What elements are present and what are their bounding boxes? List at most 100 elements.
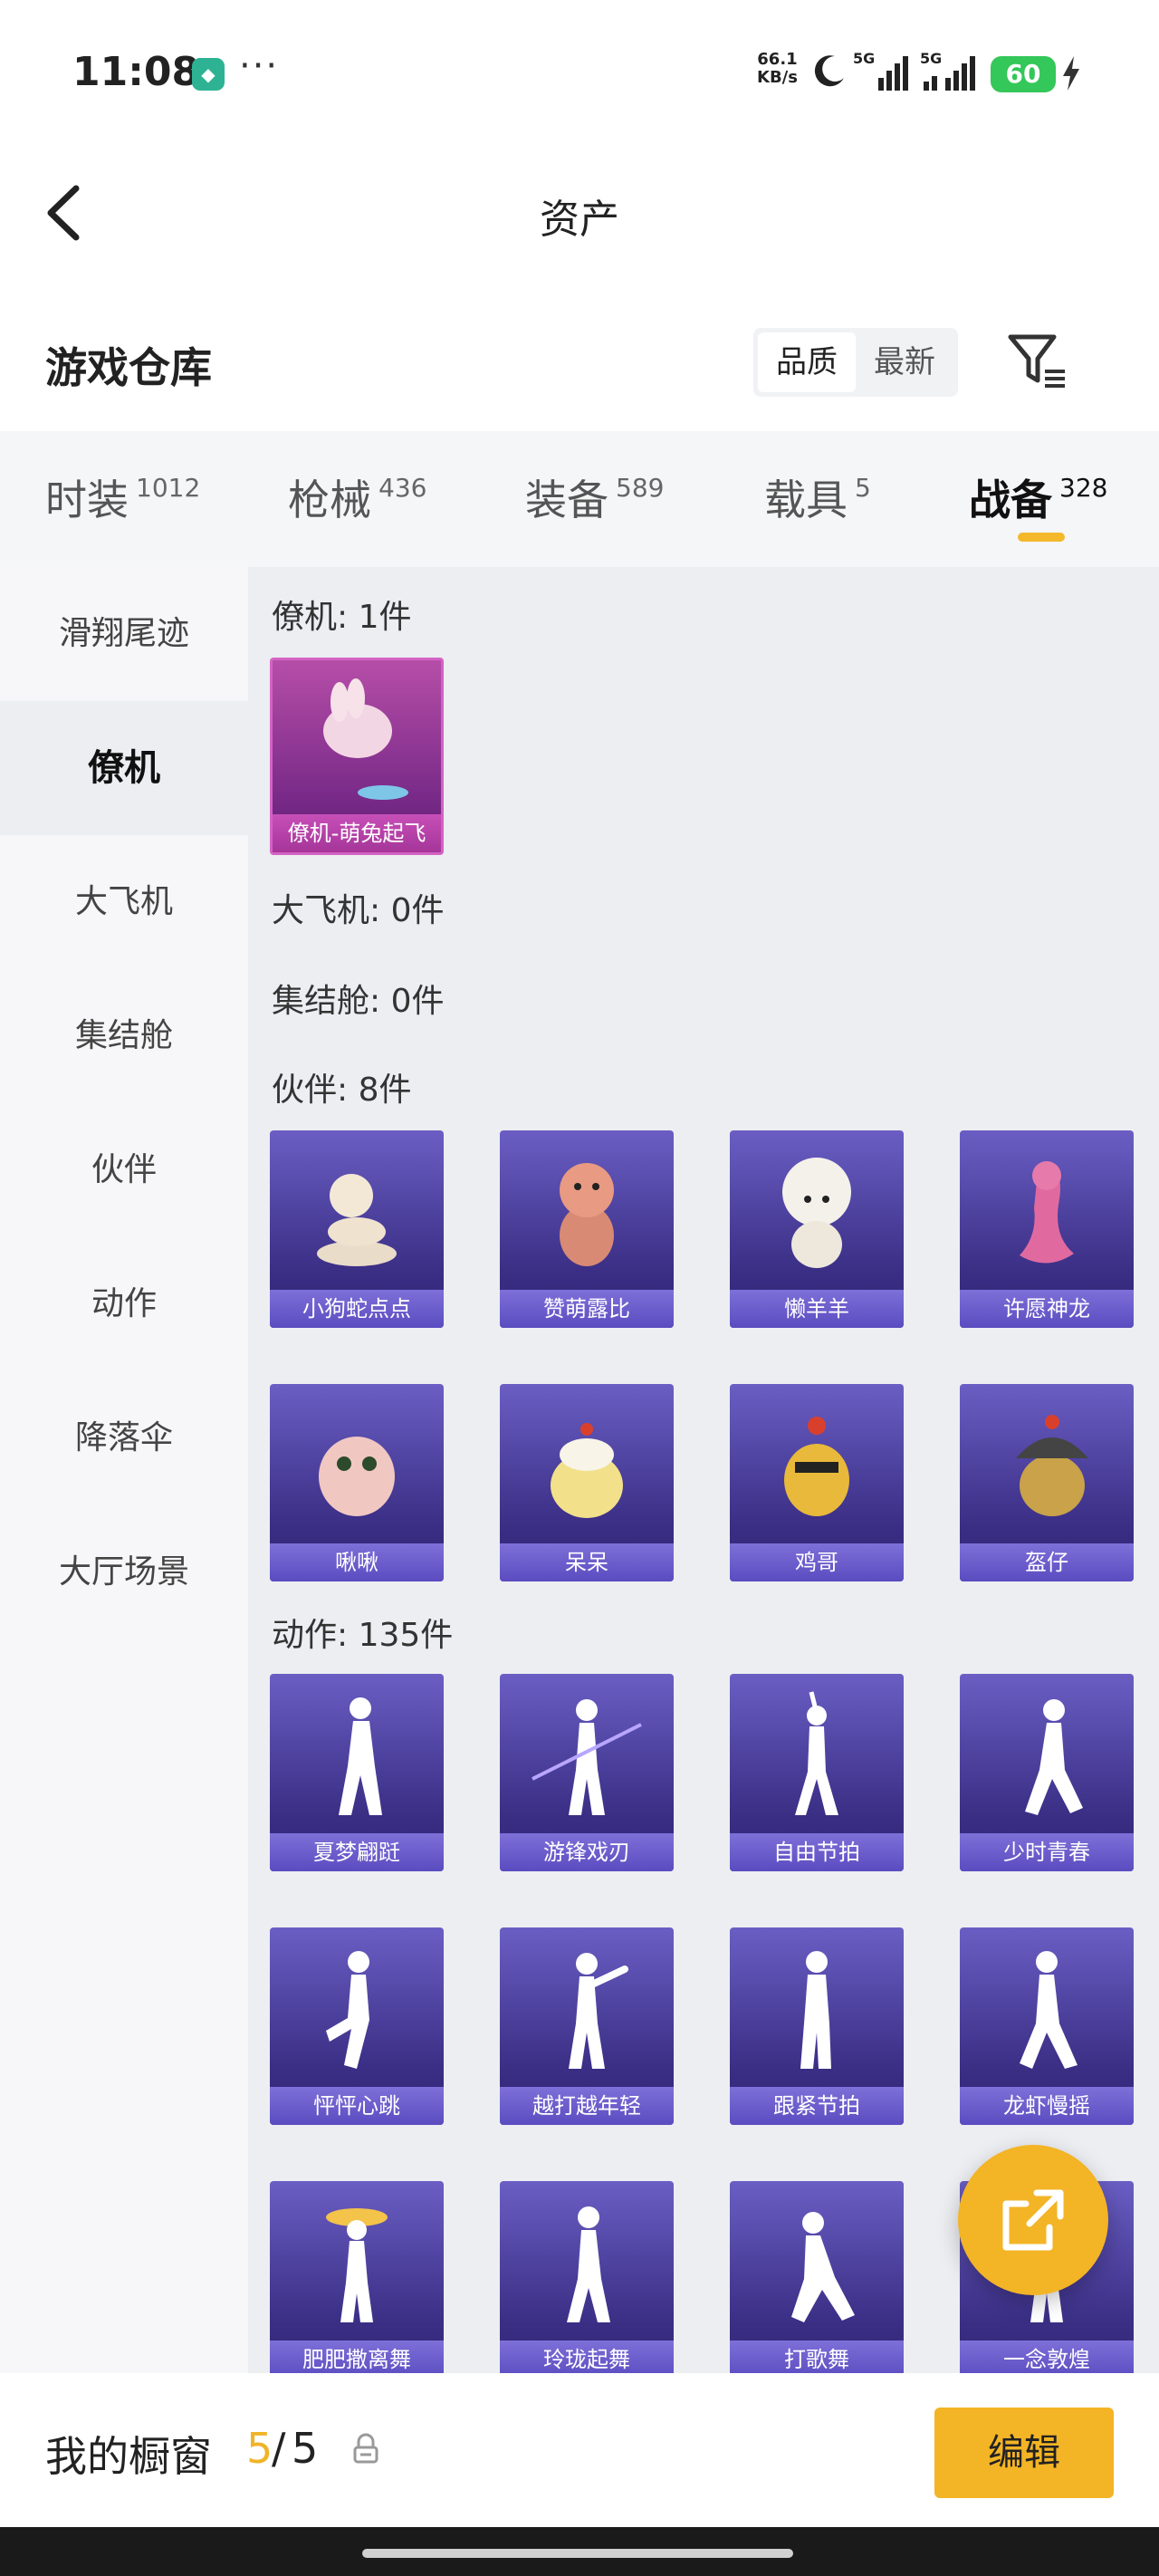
- item-content: 僚机: 1件 僚机-萌兔起飞 大飞机: 0件 集结舱: 0件 伙伴: 8件 小狗…: [248, 567, 1159, 2379]
- item-card[interactable]: 僚机-萌兔起飞: [270, 658, 444, 855]
- item-name: 打歌舞: [784, 2347, 849, 2372]
- tab-label: 枪械: [288, 476, 371, 524]
- active-tab-indicator: [1018, 533, 1065, 542]
- showcase-bar: 我的橱窗 5 / 5 编辑: [0, 2373, 1159, 2527]
- item-name: 夏梦翩跹: [313, 1840, 400, 1865]
- tab-label: 装备: [525, 476, 608, 524]
- item-name: 啾啾: [335, 1550, 378, 1575]
- item-card[interactable]: 懒羊羊: [730, 1130, 904, 1328]
- tab-guns[interactable]: 枪械 436: [288, 467, 426, 527]
- item-card[interactable]: 跟紧节拍: [730, 1927, 904, 2125]
- dance-pose-icon: [326, 2208, 388, 2322]
- group-heading-assembly-pod: 集结舱: 0件: [272, 983, 445, 1020]
- network-label-1: 5G: [853, 51, 875, 67]
- item-card[interactable]: 呆呆: [500, 1384, 674, 1581]
- item-name: 懒羊羊: [784, 1296, 849, 1322]
- item-name: 自由节拍: [773, 1840, 860, 1865]
- item-card[interactable]: 赞萌露比: [500, 1130, 674, 1328]
- sidebar-item-parachute[interactable]: 降落伞: [0, 1371, 248, 1505]
- showcase-label: 我的橱窗: [45, 2432, 212, 2481]
- signal-icon: 5G: [853, 51, 908, 91]
- item-card[interactable]: 夏梦翩跹: [270, 1674, 444, 1871]
- item-name: 小狗蛇点点: [302, 1296, 411, 1322]
- item-card[interactable]: 越打越年轻: [500, 1927, 674, 2125]
- showcase-current-count: 5: [246, 2424, 273, 2473]
- dance-pose-icon: [1020, 1951, 1078, 2069]
- group-heading-partner: 伙伴: 8件: [272, 1072, 412, 1109]
- tab-vehicles[interactable]: 载具 5: [764, 467, 871, 527]
- item-card[interactable]: 自由节拍: [730, 1674, 904, 1871]
- blade-dance-icon: [532, 1699, 642, 1815]
- sidebar-item-partner[interactable]: 伙伴: [0, 1103, 248, 1237]
- share-external-icon: [1002, 2189, 1064, 2251]
- edit-button[interactable]: 编辑: [934, 2408, 1114, 2498]
- sidebar-item-assembly-pod[interactable]: 集结舱: [0, 969, 248, 1103]
- item-name: 赞萌露比: [543, 1296, 630, 1322]
- warehouse-title: 游戏仓库: [45, 343, 212, 392]
- item-name: 越打越年轻: [532, 2093, 641, 2119]
- dance-pose-icon: [1025, 1699, 1083, 1815]
- item-card[interactable]: 玲珑起舞: [500, 2181, 674, 2379]
- dragon-pet-icon: [1020, 1161, 1074, 1264]
- tab-label: 战备: [969, 476, 1052, 524]
- item-card[interactable]: 龙虾慢摇: [960, 1927, 1134, 2125]
- item-card[interactable]: 少时青春: [960, 1674, 1134, 1871]
- home-indicator[interactable]: [362, 2549, 793, 2558]
- item-card[interactable]: 许愿神龙: [960, 1130, 1134, 1328]
- item-card[interactable]: 啾啾: [270, 1384, 444, 1581]
- sort-quality-button[interactable]: 品质: [758, 332, 856, 392]
- chick-pet-icon: [551, 1423, 623, 1518]
- tab-count: 328: [1059, 473, 1108, 503]
- moon-icon: [814, 55, 844, 87]
- dance-pose-icon: [569, 1953, 628, 2069]
- sidebar-item-action[interactable]: 动作: [0, 1237, 248, 1371]
- group-heading-action: 动作: 135件: [272, 1617, 454, 1654]
- tab-count: 589: [616, 473, 665, 503]
- tab-fashion[interactable]: 时装 1012: [45, 467, 200, 527]
- item-card[interactable]: 盔仔: [960, 1384, 1134, 1581]
- showcase-max-count: 5: [292, 2424, 319, 2473]
- sheep-pet-icon: [782, 1158, 851, 1268]
- item-name: 呆呆: [565, 1550, 608, 1575]
- sidebar-item-glide-trail[interactable]: 滑翔尾迹: [0, 567, 248, 701]
- network-speed: 66.1 KB/s: [757, 51, 798, 87]
- share-button[interactable]: [958, 2145, 1108, 2295]
- dance-pose-icon: [791, 2212, 855, 2322]
- system-nav-bar: [0, 2527, 1159, 2576]
- sidebar-item-wingman[interactable]: 僚机: [0, 701, 248, 835]
- rooster-pet-icon: [784, 1417, 849, 1516]
- item-card[interactable]: 肥肥撒离舞: [270, 2181, 444, 2379]
- bird-pet-icon: [319, 1437, 395, 1516]
- item-name: 游锋戏刃: [543, 1840, 630, 1865]
- item-card[interactable]: 打歌舞: [730, 2181, 904, 2379]
- charging-icon: [1063, 56, 1079, 91]
- tab-count: 1012: [136, 473, 201, 503]
- dance-pose-icon: [326, 1951, 369, 2069]
- sidebar-item-big-plane[interactable]: 大飞机: [0, 835, 248, 969]
- tab-battle-prep[interactable]: 战备 328: [969, 467, 1107, 527]
- item-name: 许愿神龙: [1003, 1296, 1090, 1322]
- item-card[interactable]: 小狗蛇点点: [270, 1130, 444, 1328]
- tab-label: 载具: [764, 476, 848, 524]
- item-name: 盔仔: [1025, 1550, 1068, 1575]
- more-dots-icon: ···: [239, 45, 280, 87]
- sidebar: 滑翔尾迹 僚机 大飞机 集结舱 伙伴 动作 降落伞 大厅场景: [0, 567, 248, 2379]
- status-bar: 11:08 ◆ ··· 66.1 KB/s 5G 5G 60: [0, 0, 1159, 145]
- dance-pose-icon: [339, 1697, 382, 1815]
- battery-indicator: 60: [991, 56, 1056, 92]
- item-name: 怦怦心跳: [313, 2093, 400, 2119]
- sidebar-item-lobby-scene[interactable]: 大厅场景: [0, 1505, 248, 1639]
- lock-icon: [353, 2433, 378, 2464]
- item-name: 鸡哥: [795, 1550, 838, 1575]
- sort-newest-button[interactable]: 最新: [856, 332, 953, 392]
- dance-pose-icon: [800, 1951, 831, 2069]
- sort-toggle: 品质 最新: [753, 328, 958, 397]
- item-card[interactable]: 游锋戏刃: [500, 1674, 674, 1871]
- status-time: 11:08: [72, 49, 200, 95]
- signal-icon-2: 5G: [920, 51, 975, 91]
- item-name: 一念敦煌: [1003, 2347, 1090, 2372]
- item-card[interactable]: 怦怦心跳: [270, 1927, 444, 2125]
- item-card[interactable]: 鸡哥: [730, 1384, 904, 1581]
- filter-icon[interactable]: [1005, 328, 1070, 393]
- tab-equipment[interactable]: 装备 589: [525, 467, 664, 527]
